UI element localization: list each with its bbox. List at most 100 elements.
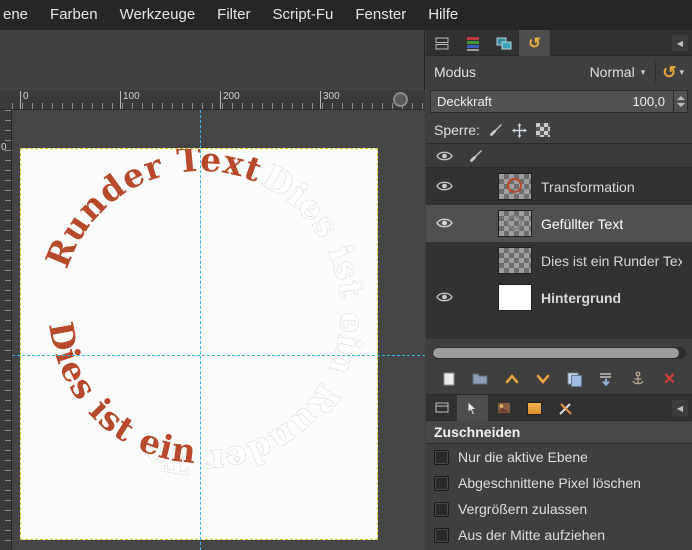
- separator: [655, 62, 656, 82]
- layer-name: Hintergrund: [541, 290, 621, 306]
- window-icon: [434, 401, 450, 415]
- chevron-down-icon[interactable]: ▾: [679, 67, 684, 78]
- eye-icon[interactable]: [436, 217, 453, 229]
- ruler-ticks: [5, 110, 11, 550]
- horizontal-guide[interactable]: [12, 355, 425, 356]
- scrollbar-thumb[interactable]: [433, 348, 679, 358]
- tab-channels[interactable]: [457, 30, 488, 56]
- tab-brushes[interactable]: [550, 395, 581, 421]
- vertical-guide[interactable]: [200, 110, 201, 550]
- channels-icon: [466, 36, 480, 51]
- layer-row-gefuellter-text[interactable]: Gefüllter Text: [426, 205, 692, 242]
- new-layer-button[interactable]: [435, 367, 462, 391]
- tab-toolbox[interactable]: [426, 395, 457, 421]
- menu-item-filter[interactable]: Filter: [206, 0, 261, 30]
- layer-list: Transformation Gefüllter Text Dies ist e…: [426, 143, 692, 339]
- checkbox-allow-grow[interactable]: [434, 502, 449, 517]
- brush-pencil-icon: [558, 401, 573, 416]
- layer-row-transformation[interactable]: Transformation: [426, 168, 692, 205]
- triangle-left-icon: ◀: [677, 404, 683, 413]
- option-label: Vergrößern zulassen: [458, 501, 587, 517]
- menu-item-fenster[interactable]: Fenster: [344, 0, 417, 30]
- red-circle-text-top: Runder Text: [38, 149, 268, 273]
- layer-row-hintergrund[interactable]: Hintergrund: [426, 279, 692, 316]
- red-circle-text-bottom: Dies ist ein: [41, 319, 199, 472]
- ruler-nav-button[interactable]: [393, 92, 408, 107]
- eye-icon[interactable]: [436, 180, 453, 192]
- raise-layer-button[interactable]: [498, 367, 525, 391]
- tab-image[interactable]: [488, 395, 519, 421]
- vertical-ruler[interactable]: 0: [0, 110, 12, 550]
- layers-icon: [434, 36, 450, 51]
- circular-text-artwork: Dies ist ein Runder Text Runder Text Die…: [21, 149, 377, 539]
- undo-history-icon: ↺: [528, 36, 541, 51]
- ruler-ticks: [12, 103, 425, 109]
- lower-layer-button[interactable]: [530, 367, 557, 391]
- image-icon: [496, 401, 512, 415]
- anchor-layer-button[interactable]: [624, 367, 651, 391]
- mode-dropdown[interactable]: Normal ▾: [590, 64, 650, 80]
- merge-down-icon: [598, 371, 614, 387]
- dock-menu-button[interactable]: ◀: [671, 399, 689, 417]
- layer-list-scrollbar[interactable]: [432, 347, 686, 359]
- tab-swatch[interactable]: [519, 395, 550, 421]
- image-canvas[interactable]: Dies ist ein Runder Text Runder Text Die…: [20, 148, 378, 540]
- layer-name: Gefüllter Text: [541, 216, 623, 232]
- delete-x-icon: ×: [664, 369, 676, 389]
- layer-thumbnail[interactable]: [498, 284, 532, 311]
- layer-mode-row: Modus Normal ▾ ↺ ▾: [426, 56, 692, 88]
- dock-menu-button[interactable]: ◀: [671, 34, 689, 52]
- tab-layers[interactable]: [426, 30, 457, 56]
- option-label: Nur die aktive Ebene: [458, 449, 588, 465]
- option-row-delete-pixels[interactable]: Abgeschnittene Pixel löschen: [426, 470, 692, 496]
- lock-label: Sperre:: [434, 122, 480, 138]
- lock-position-move-icon[interactable]: [512, 123, 527, 138]
- mode-selected-value: Normal: [590, 64, 635, 80]
- layer-button-row: ×: [426, 363, 692, 395]
- opacity-slider[interactable]: Deckkraft 100,0: [430, 90, 688, 113]
- option-row-allow-grow[interactable]: Vergrößern zulassen: [426, 496, 692, 522]
- menu-item-hilfe[interactable]: Hilfe: [417, 0, 469, 30]
- opacity-spinner[interactable]: [673, 91, 687, 112]
- canvas-area: 0 100 200 300 0 Dies ist ein Runder Text…: [0, 30, 425, 550]
- eye-icon[interactable]: [436, 150, 453, 162]
- lock-pixels-brush-icon[interactable]: [489, 123, 503, 137]
- tab-history[interactable]: ↺: [519, 30, 550, 56]
- merge-layer-button[interactable]: [593, 367, 620, 391]
- checkbox-from-center[interactable]: [434, 528, 449, 543]
- duplicate-layer-button[interactable]: [561, 367, 588, 391]
- horizontal-ruler[interactable]: 0 100 200 300: [12, 90, 425, 110]
- lock-alpha-icon[interactable]: [536, 123, 550, 137]
- ruler-label-300: 300: [320, 91, 340, 109]
- eye-icon[interactable]: [436, 291, 453, 303]
- layer-name: Dies ist ein Runder Tex: [541, 253, 682, 269]
- spin-down-icon[interactable]: [677, 103, 685, 107]
- menu-item-werkzeuge[interactable]: Werkzeuge: [109, 0, 207, 30]
- mode-label: Modus: [434, 64, 476, 80]
- layer-thumbnail[interactable]: [498, 173, 532, 200]
- tab-tool-options[interactable]: [457, 395, 488, 421]
- tab-paths[interactable]: [488, 30, 519, 56]
- spin-up-icon[interactable]: [677, 96, 685, 100]
- layer-thumbnail[interactable]: [498, 247, 532, 274]
- delete-layer-button[interactable]: ×: [656, 367, 683, 391]
- lock-row: Sperre:: [426, 117, 692, 143]
- menu-item-ebene[interactable]: ene: [0, 0, 39, 30]
- ruler-corner: [0, 90, 12, 110]
- mode-switch-button[interactable]: ↺: [662, 64, 676, 81]
- cursor-tool-icon: [465, 401, 480, 416]
- menu-item-farben[interactable]: Farben: [39, 0, 109, 30]
- menu-item-scriptfu[interactable]: Script-Fu: [262, 0, 345, 30]
- canvas-viewport[interactable]: Dies ist ein Runder Text Runder Text Die…: [12, 110, 425, 550]
- new-group-button[interactable]: [467, 367, 494, 391]
- option-row-active-layer[interactable]: Nur die aktive Ebene: [426, 444, 692, 470]
- tool-options-tabbar: ◀: [426, 395, 692, 421]
- layer-thumbnail[interactable]: [498, 210, 532, 237]
- duplicate-icon: [566, 371, 583, 387]
- checkbox-active-layer[interactable]: [434, 450, 449, 465]
- chevron-down-icon: ▾: [641, 67, 646, 78]
- checkbox-delete-pixels[interactable]: [434, 476, 449, 491]
- option-row-from-center[interactable]: Aus der Mitte aufziehen: [426, 522, 692, 548]
- layer-row-runder-text[interactable]: Dies ist ein Runder Tex: [426, 242, 692, 279]
- chevron-up-icon: [504, 372, 520, 386]
